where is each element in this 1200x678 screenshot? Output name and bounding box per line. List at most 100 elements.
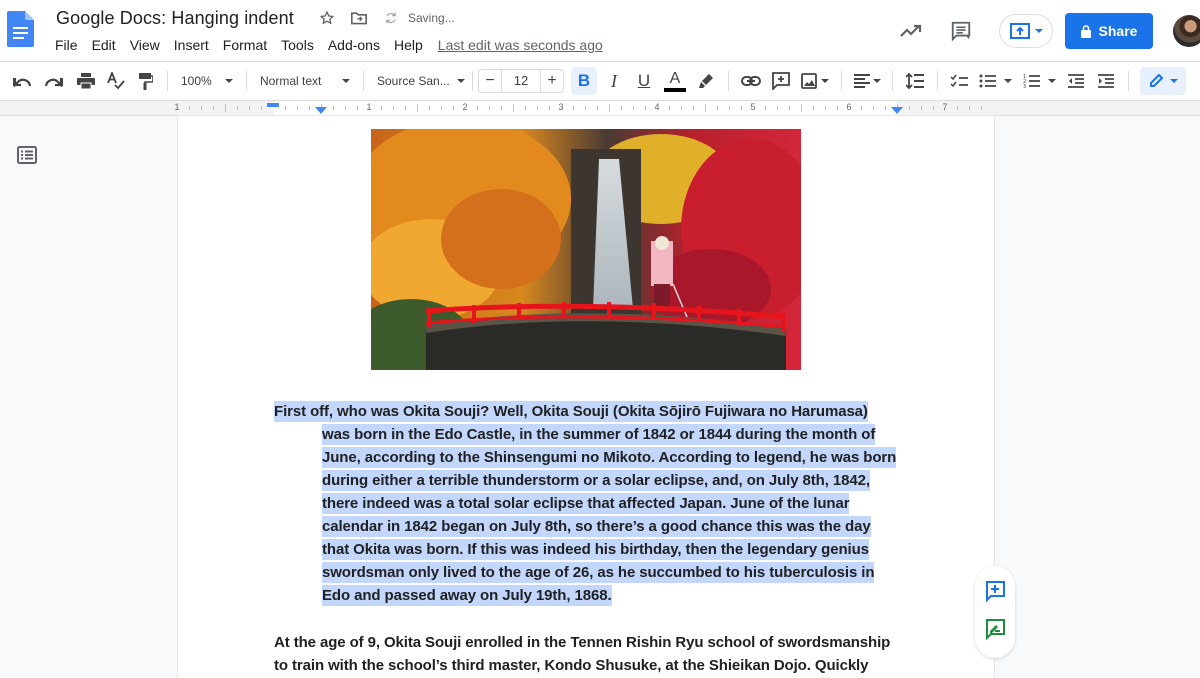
menu-edit[interactable]: Edit	[85, 36, 123, 54]
menu-help[interactable]: Help	[387, 36, 430, 54]
pencil-icon	[1149, 74, 1163, 87]
menu-addons[interactable]: Add-ons	[321, 36, 387, 54]
document-page[interactable]: First off, who was Okita Souji? Well, Ok…	[178, 116, 994, 678]
font-family-select[interactable]: Source San...	[371, 67, 471, 95]
suggest-edits-icon	[986, 618, 1005, 640]
docs-logo-icon[interactable]	[7, 11, 34, 47]
account-avatar[interactable]	[1173, 15, 1200, 47]
ruler-tick	[669, 106, 670, 110]
document-image[interactable]	[371, 129, 801, 370]
ruler-label: 4	[654, 102, 660, 112]
insert-link-button[interactable]	[738, 67, 764, 95]
redo-icon	[45, 78, 63, 87]
underline-button[interactable]: U	[631, 67, 657, 95]
numbered-list-button[interactable]: 123	[1019, 67, 1059, 95]
present-button[interactable]	[999, 14, 1053, 48]
ruler-tick	[777, 106, 778, 110]
last-edit-link[interactable]: Last edit was seconds ago	[438, 36, 603, 54]
ruler-tick	[213, 106, 214, 110]
font-size-input[interactable]: 12	[501, 70, 541, 92]
lock-icon	[1080, 24, 1091, 38]
menu-insert[interactable]: Insert	[167, 36, 216, 54]
add-comment-button[interactable]	[768, 67, 794, 95]
hanging-indent-paragraph[interactable]: First off, who was Okita Souji? Well, Ok…	[274, 400, 900, 607]
toolbar-divider	[472, 71, 473, 91]
align-left-icon	[853, 74, 870, 88]
menu-tools[interactable]: Tools	[274, 36, 321, 54]
decrease-font-size-button[interactable]: −	[479, 70, 501, 92]
italic-button[interactable]: I	[601, 67, 627, 95]
ruler-tick	[741, 106, 742, 110]
ruler-tick	[297, 106, 298, 110]
checklist-button[interactable]	[947, 67, 971, 95]
ruler-tick	[237, 106, 238, 110]
document-outline-icon[interactable]	[17, 146, 37, 164]
insert-image-button[interactable]	[798, 67, 832, 95]
increase-indent-icon	[1098, 74, 1114, 88]
decrease-indent-button[interactable]	[1063, 67, 1089, 95]
horizontal-ruler[interactable]: 1 1 2 3 4 5 6 7	[0, 100, 1200, 116]
underline-icon: U	[637, 71, 651, 90]
line-spacing-button[interactable]	[902, 67, 928, 95]
activity-trend-icon[interactable]	[891, 11, 931, 51]
add-comment-button[interactable]	[984, 580, 1006, 607]
undo-button[interactable]	[10, 67, 34, 95]
bold-icon: B	[577, 71, 591, 90]
selected-text: that Okita was born. If this was indeed …	[322, 539, 869, 560]
menu-file[interactable]: File	[48, 36, 85, 54]
text-line: during either a terrible thunderstorm or…	[274, 469, 900, 492]
share-button[interactable]: Share	[1065, 13, 1153, 49]
document-canvas: First off, who was Okita Souji? Well, Ok…	[0, 116, 1200, 678]
add-comment-icon	[986, 580, 1005, 602]
highlighter-icon	[699, 74, 713, 88]
chevron-down-icon	[1047, 79, 1056, 83]
first-line-indent-handle[interactable]	[267, 103, 279, 107]
menu-view[interactable]: View	[123, 36, 167, 54]
text-line: that Okita was born. If this was indeed …	[274, 538, 900, 561]
move-to-folder-icon[interactable]	[350, 9, 368, 27]
ruler-tick	[477, 106, 478, 110]
comments-icon[interactable]	[941, 11, 981, 51]
ruler-tick	[801, 104, 802, 112]
bold-button[interactable]: B	[571, 67, 597, 95]
editing-mode-button[interactable]	[1140, 67, 1186, 95]
undo-icon	[13, 78, 31, 87]
suggest-edits-button[interactable]	[984, 618, 1006, 645]
spellcheck-button[interactable]	[104, 67, 128, 95]
ruler-tick	[201, 106, 202, 110]
paint-format-button[interactable]	[134, 67, 158, 95]
document-title[interactable]: Google Docs: Hanging indent	[56, 8, 294, 29]
ruler-tick	[597, 106, 598, 110]
redo-button[interactable]	[42, 67, 66, 95]
left-indent-handle[interactable]	[315, 107, 327, 114]
bulleted-list-button[interactable]	[975, 67, 1015, 95]
text-color-button[interactable]: A	[661, 67, 689, 95]
print-button[interactable]	[74, 67, 98, 95]
ruler-tick	[705, 104, 706, 112]
paragraph-style-select[interactable]: Normal text	[254, 67, 356, 95]
ruler-tick	[621, 106, 622, 110]
numbered-list-icon: 123	[1023, 74, 1040, 89]
star-icon[interactable]	[318, 9, 336, 27]
ruler-tick	[957, 106, 958, 110]
selected-text: calendar in 1842 began on July 8th, so t…	[322, 516, 871, 537]
zoom-value: 100%	[181, 74, 212, 88]
ruler-tick	[501, 106, 502, 110]
formatting-toolbar: 100% Normal text Source San... − 12 + B …	[0, 62, 1200, 100]
right-indent-handle[interactable]	[891, 107, 903, 114]
ruler-tick	[693, 106, 694, 110]
highlight-color-button[interactable]	[693, 67, 719, 95]
align-button[interactable]	[851, 67, 883, 95]
body-paragraph[interactable]: At the age of 9, Okita Souji enrolled in…	[274, 631, 900, 677]
ruler-tick	[549, 106, 550, 110]
paragraph-style-value: Normal text	[260, 74, 322, 88]
bulleted-list-icon	[979, 74, 996, 88]
ruler-label: 7	[942, 102, 948, 112]
text-color-icon: A	[669, 69, 681, 87]
menu-format[interactable]: Format	[216, 36, 274, 54]
selected-text: Edo and passed away on July 19th, 1868.	[322, 585, 612, 606]
increase-font-size-button[interactable]: +	[541, 70, 563, 92]
zoom-select[interactable]: 100%	[175, 67, 239, 95]
ruler-tick	[537, 106, 538, 110]
increase-indent-button[interactable]	[1093, 67, 1119, 95]
